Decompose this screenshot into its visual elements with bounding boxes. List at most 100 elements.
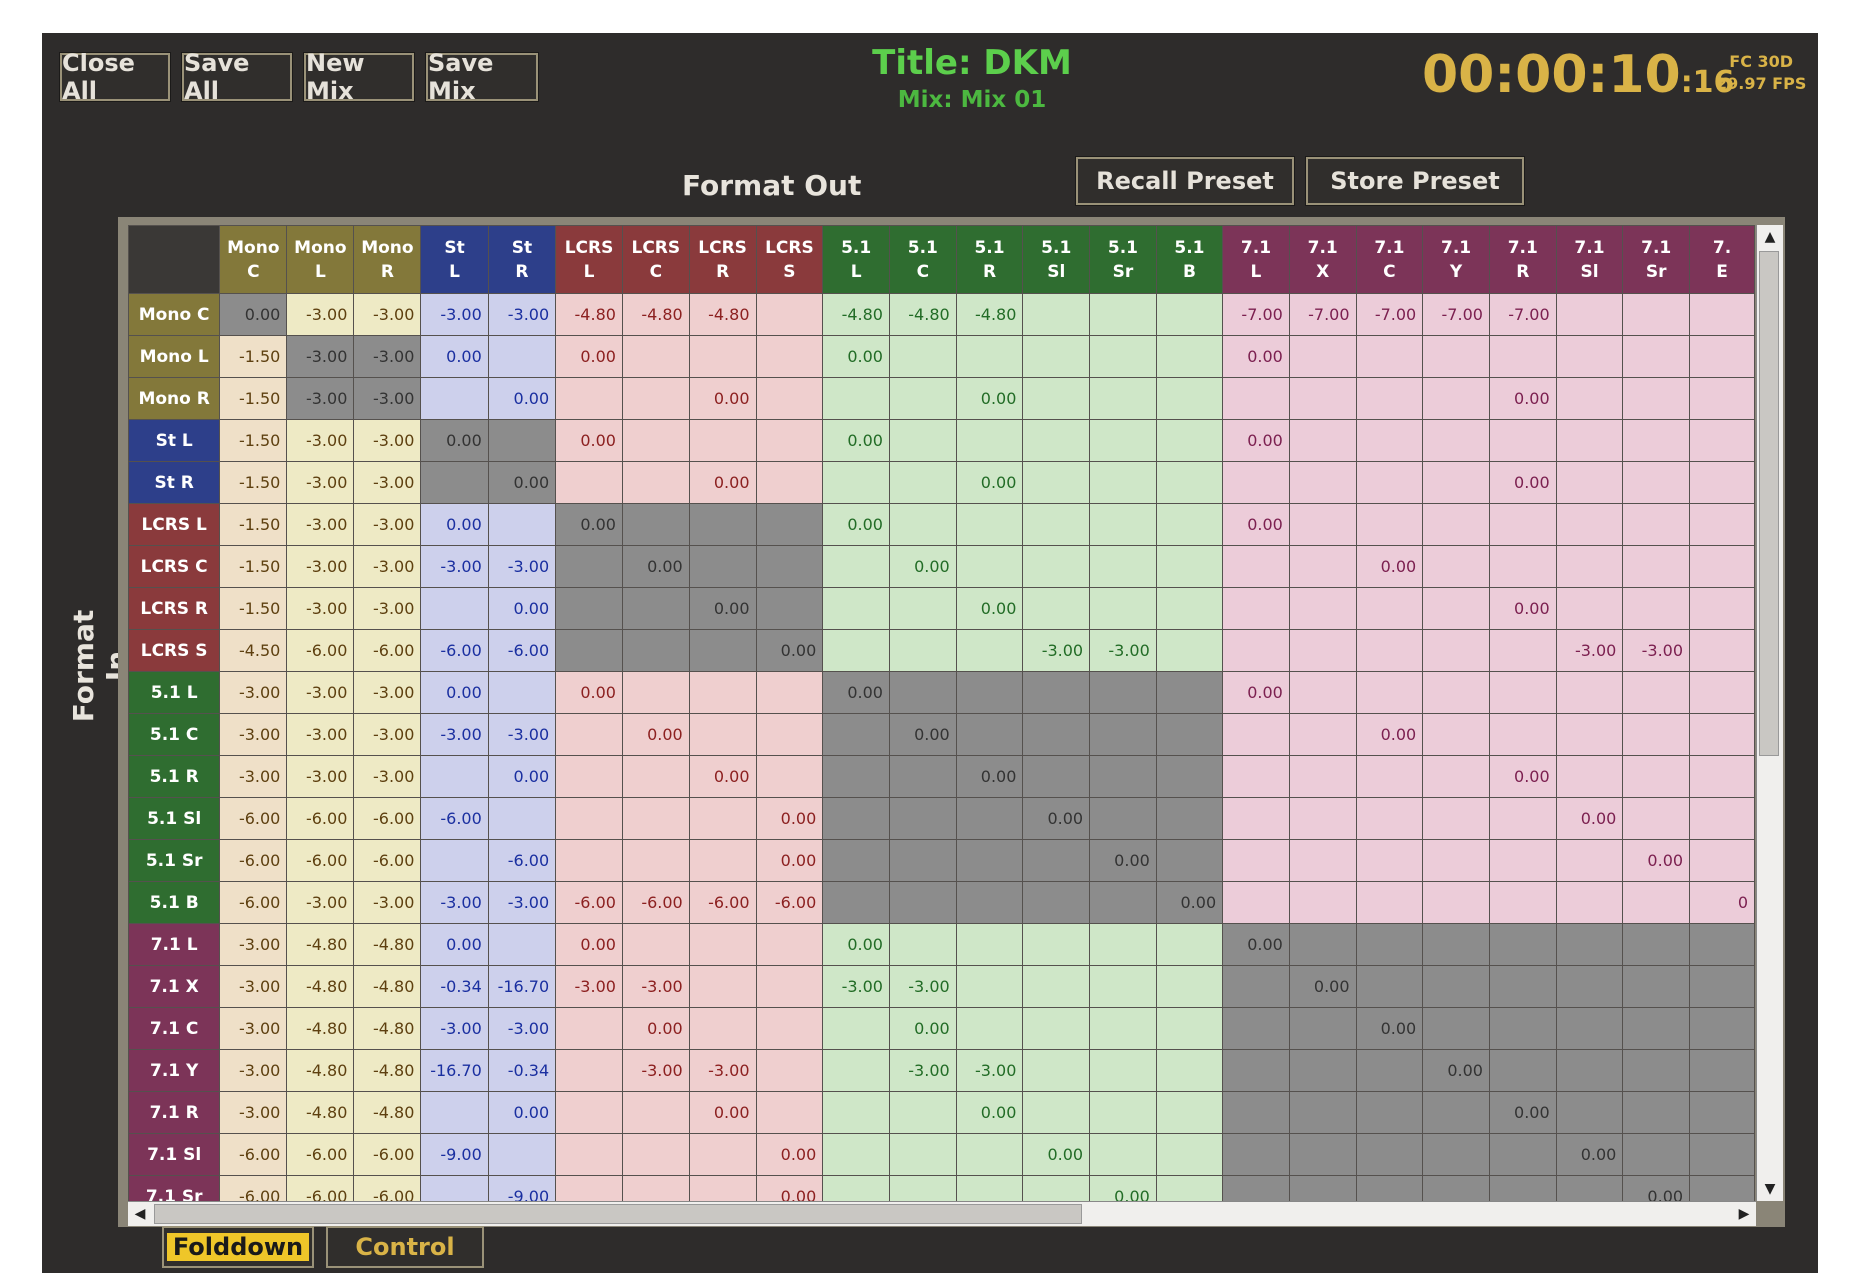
gain-cell[interactable]: -3.00	[621, 965, 690, 1008]
gain-cell[interactable]	[1222, 839, 1290, 882]
gain-cell[interactable]: -3.00	[286, 503, 355, 546]
gain-cell[interactable]: 0.00	[888, 545, 957, 588]
gain-cell[interactable]: 0.00	[1488, 377, 1557, 420]
gain-cell[interactable]: 0.00	[621, 713, 690, 756]
gain-cell[interactable]: 0	[1689, 881, 1755, 924]
gain-cell[interactable]	[688, 671, 757, 714]
gain-cell[interactable]	[1555, 293, 1624, 336]
gain-cell[interactable]: -4.80	[353, 1049, 422, 1092]
gain-cell[interactable]	[1089, 461, 1157, 504]
gain-cell[interactable]	[621, 839, 690, 882]
gain-cell[interactable]: -1.50	[219, 335, 288, 378]
gain-cell[interactable]	[1155, 923, 1224, 966]
gain-cell[interactable]: 0.00	[955, 461, 1024, 504]
gain-cell[interactable]: -3.00	[353, 461, 422, 504]
gain-cell[interactable]	[688, 923, 757, 966]
gain-cell[interactable]: 0.00	[822, 503, 890, 546]
gain-cell[interactable]	[555, 1133, 623, 1176]
gain-cell[interactable]	[1422, 797, 1490, 840]
gain-cell[interactable]: -7.00	[1288, 293, 1357, 336]
gain-cell[interactable]	[1422, 713, 1490, 756]
gain-cell[interactable]: -3.00	[353, 671, 422, 714]
gain-cell[interactable]	[1689, 1091, 1755, 1134]
gain-cell[interactable]	[1422, 461, 1490, 504]
recall-preset-button[interactable]: Recall Preset	[1075, 156, 1295, 206]
gain-cell[interactable]	[1022, 419, 1091, 462]
gain-cell[interactable]	[1622, 755, 1691, 798]
gain-cell[interactable]	[822, 839, 890, 882]
gain-cell[interactable]	[822, 461, 890, 504]
gain-cell[interactable]	[1622, 881, 1691, 924]
gain-cell[interactable]	[1555, 419, 1624, 462]
gain-cell[interactable]	[621, 1175, 690, 1201]
gain-cell[interactable]	[1555, 755, 1624, 798]
gain-cell[interactable]: 0.00	[420, 923, 489, 966]
gain-cell[interactable]	[1422, 1175, 1490, 1201]
gain-cell[interactable]	[487, 1133, 557, 1176]
gain-cell[interactable]	[420, 377, 489, 420]
gain-cell[interactable]: -3.00	[286, 713, 355, 756]
gain-cell[interactable]: -4.80	[353, 923, 422, 966]
gain-cell[interactable]: -3.00	[286, 587, 355, 630]
gain-cell[interactable]	[755, 755, 824, 798]
gain-cell[interactable]	[1488, 1175, 1557, 1201]
gain-cell[interactable]	[688, 713, 757, 756]
gain-cell[interactable]	[1622, 797, 1691, 840]
gain-cell[interactable]: 0.00	[621, 545, 690, 588]
gain-cell[interactable]	[1355, 923, 1424, 966]
gain-cell[interactable]: -3.00	[555, 965, 623, 1008]
gain-cell[interactable]	[1355, 587, 1424, 630]
gain-cell[interactable]	[955, 1175, 1024, 1201]
gain-cell[interactable]	[1689, 923, 1755, 966]
gain-cell[interactable]	[1022, 587, 1091, 630]
gain-cell[interactable]: -4.80	[286, 1049, 355, 1092]
gain-cell[interactable]	[1288, 503, 1357, 546]
gain-cell[interactable]	[1622, 1133, 1691, 1176]
gain-cell[interactable]	[888, 923, 957, 966]
scroll-right-icon[interactable]: ▶	[1732, 1202, 1756, 1226]
gain-cell[interactable]: -3.00	[888, 1049, 957, 1092]
gain-cell[interactable]	[1288, 629, 1357, 672]
gain-cell[interactable]	[1689, 1007, 1755, 1050]
gain-cell[interactable]: -4.80	[286, 923, 355, 966]
gain-cell[interactable]	[1355, 377, 1424, 420]
gain-cell[interactable]	[487, 797, 557, 840]
gain-cell[interactable]	[1222, 1133, 1290, 1176]
gain-cell[interactable]	[688, 1007, 757, 1050]
gain-cell[interactable]	[755, 545, 824, 588]
gain-cell[interactable]	[1422, 1091, 1490, 1134]
gain-cell[interactable]	[1622, 1091, 1691, 1134]
gain-cell[interactable]	[688, 629, 757, 672]
gain-cell[interactable]	[420, 1091, 489, 1134]
gain-cell[interactable]: 0.00	[822, 923, 890, 966]
gain-cell[interactable]	[621, 629, 690, 672]
gain-cell[interactable]: -3.00	[353, 545, 422, 588]
gain-cell[interactable]	[888, 419, 957, 462]
gain-cell[interactable]: -1.50	[219, 419, 288, 462]
gain-cell[interactable]: 0.00	[1288, 965, 1357, 1008]
gain-cell[interactable]	[1155, 1175, 1224, 1201]
gain-cell[interactable]	[755, 1007, 824, 1050]
gain-cell[interactable]	[1089, 755, 1157, 798]
gain-cell[interactable]: 0.00	[688, 1091, 757, 1134]
gain-cell[interactable]: -1.50	[219, 545, 288, 588]
gain-cell[interactable]	[1555, 377, 1624, 420]
gain-cell[interactable]: -3.00	[353, 293, 422, 336]
gain-cell[interactable]	[1155, 629, 1224, 672]
gain-cell[interactable]: -6.00	[286, 1175, 355, 1201]
gain-cell[interactable]: -4.80	[955, 293, 1024, 336]
gain-cell[interactable]	[1355, 965, 1424, 1008]
gain-cell[interactable]	[822, 587, 890, 630]
gain-cell[interactable]	[1689, 755, 1755, 798]
gain-cell[interactable]: -3.00	[353, 419, 422, 462]
gain-cell[interactable]	[1422, 503, 1490, 546]
gain-cell[interactable]	[1288, 1091, 1357, 1134]
gain-cell[interactable]: 0.00	[755, 839, 824, 882]
gain-cell[interactable]	[1155, 839, 1224, 882]
gain-cell[interactable]	[955, 671, 1024, 714]
vertical-scroll-thumb[interactable]	[1759, 251, 1779, 756]
gain-cell[interactable]	[621, 587, 690, 630]
gain-cell[interactable]: 0.00	[555, 671, 623, 714]
gain-cell[interactable]: 0.00	[755, 1133, 824, 1176]
gain-cell[interactable]	[688, 503, 757, 546]
